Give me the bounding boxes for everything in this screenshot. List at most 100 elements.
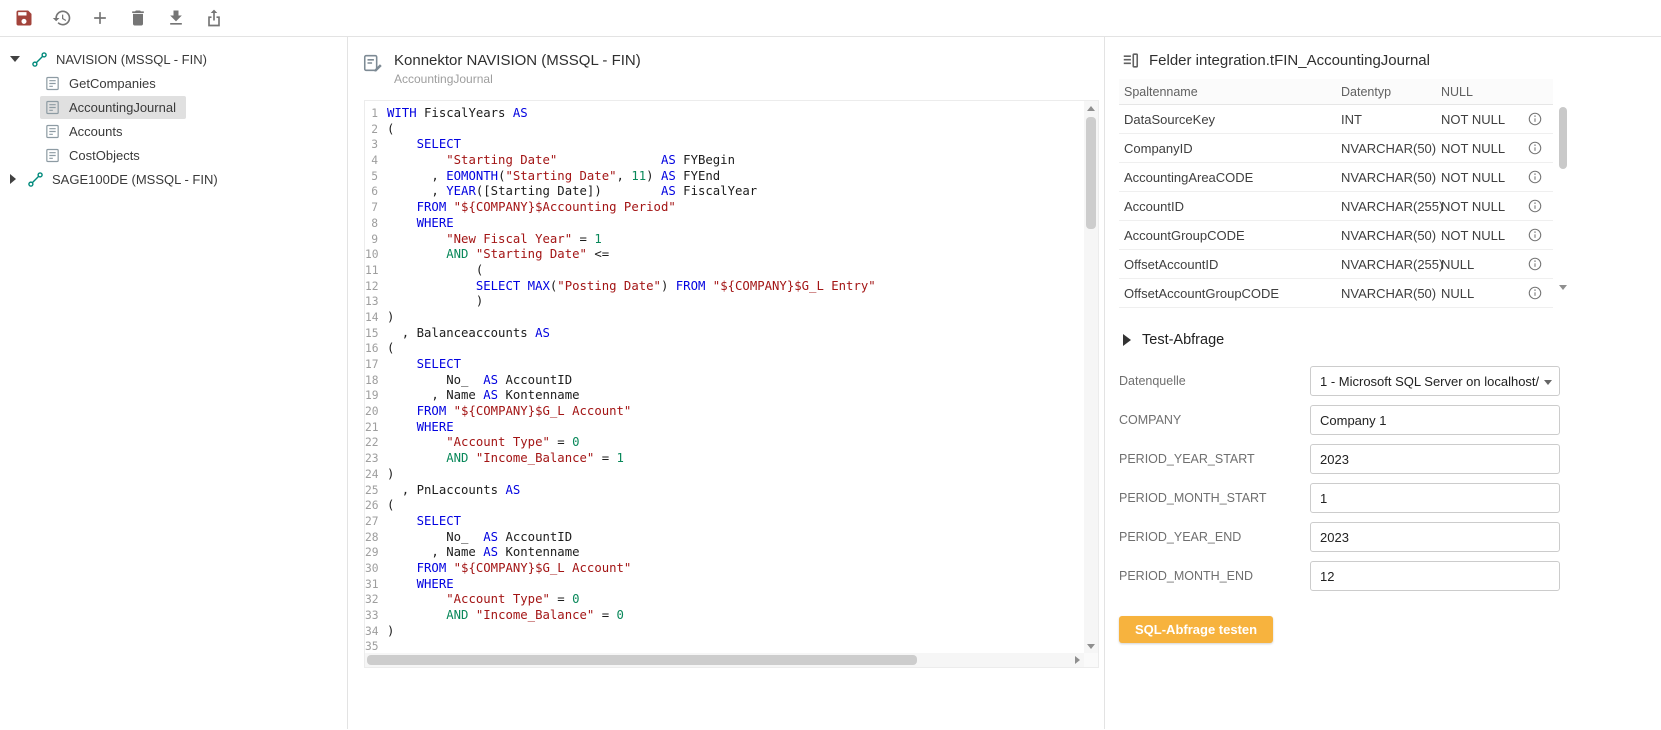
code-line[interactable]: 6 , YEAR([Starting Date]) AS FiscalYear <box>365 184 1084 200</box>
code-text: ) <box>387 467 394 483</box>
code-line[interactable]: 26( <box>365 498 1084 514</box>
info-icon[interactable] <box>1527 227 1543 243</box>
period-year-end-input[interactable] <box>1310 522 1560 552</box>
code-line[interactable]: 21 WHERE <box>365 420 1084 436</box>
code-token: SELECT <box>476 279 520 293</box>
vertical-scroll-thumb[interactable] <box>1086 117 1096 229</box>
code-line[interactable]: 32 "Account Type" = 0 <box>365 592 1084 608</box>
connector-icon <box>31 51 48 68</box>
tree-item[interactable]: Accounts <box>0 119 347 143</box>
table-scroll-down-icon[interactable] <box>1559 290 1567 308</box>
add-button[interactable] <box>81 2 119 34</box>
code-line[interactable]: 11 ( <box>365 263 1084 279</box>
tree-item[interactable]: CostObjects <box>0 143 347 167</box>
tree-node[interactable]: NAVISION (MSSQL - FIN) <box>0 47 347 71</box>
column-type-cell: NVARCHAR(255) <box>1341 199 1441 214</box>
code-line[interactable]: 30 FROM "${COMPANY}$G_L Account" <box>365 561 1084 577</box>
line-number: 4 <box>365 153 387 169</box>
info-icon[interactable] <box>1527 111 1543 127</box>
code-line[interactable]: 19 , Name AS Kontenname <box>365 388 1084 404</box>
code-line[interactable]: 12 SELECT MAX("Posting Date") FROM "${CO… <box>365 279 1084 295</box>
code-text: No_ AS AccountID <box>387 373 572 389</box>
connector-tree: NAVISION (MSSQL - FIN)GetCompaniesAccoun… <box>0 47 347 191</box>
scroll-right-icon[interactable] <box>1070 653 1084 667</box>
period-month-start-input[interactable] <box>1310 483 1560 513</box>
info-icon[interactable] <box>1527 140 1543 156</box>
code-line[interactable]: 4 "Starting Date" AS FYBegin <box>365 153 1084 169</box>
connector-edit-icon <box>362 52 384 74</box>
period-year-start-input[interactable] <box>1310 444 1560 474</box>
code-line[interactable]: 8 WHERE <box>365 216 1084 232</box>
code-line[interactable]: 33 AND "Income_Balance" = 0 <box>365 608 1084 624</box>
info-icon[interactable] <box>1527 285 1543 301</box>
caret-down-icon[interactable] <box>10 56 20 62</box>
editor-vertical-scrollbar[interactable] <box>1084 101 1098 653</box>
caret-right-icon[interactable] <box>10 174 16 184</box>
fields-panel-title: Felder integration.tFIN_AccountingJourna… <box>1149 52 1430 69</box>
column-name-cell: AccountingAreaCODE <box>1119 170 1341 185</box>
code-token: AS <box>483 545 498 559</box>
code-line[interactable]: 9 "New Fiscal Year" = 1 <box>365 232 1084 248</box>
code-line[interactable]: 13 ) <box>365 294 1084 310</box>
code-line[interactable]: 18 No_ AS AccountID <box>365 373 1084 389</box>
code-line[interactable]: 15 , Balanceaccounts AS <box>365 326 1084 342</box>
code-line[interactable]: 16( <box>365 341 1084 357</box>
code-line[interactable]: 7 FROM "${COMPANY}$Accounting Period" <box>365 200 1084 216</box>
table-scrollbar[interactable] <box>1558 105 1569 308</box>
triangle-right-icon <box>1075 656 1080 664</box>
query-icon <box>44 123 61 140</box>
upload-button[interactable] <box>195 2 233 34</box>
datenquelle-select[interactable]: 1 - Microsoft SQL Server on localhost/P.… <box>1310 366 1560 396</box>
code-line[interactable]: 24) <box>365 467 1084 483</box>
line-number: 29 <box>365 545 387 561</box>
code-line[interactable]: 29 , Name AS Kontenname <box>365 545 1084 561</box>
code-line[interactable]: 10 AND "Starting Date" <= <box>365 247 1084 263</box>
code-line[interactable]: 28 No_ AS AccountID <box>365 530 1084 546</box>
code-token: "New Fiscal Year" <box>446 232 572 246</box>
scroll-down-icon[interactable] <box>1084 639 1098 653</box>
code-line[interactable]: 27 SELECT <box>365 514 1084 530</box>
code-line[interactable]: 22 "Account Type" = 0 <box>365 435 1084 451</box>
sql-editor[interactable]: 1WITH FiscalYears AS2(3 SELECT4 "Startin… <box>364 100 1099 668</box>
code-token: <= <box>587 247 609 261</box>
code-area[interactable]: 1WITH FiscalYears AS2(3 SELECT4 "Startin… <box>365 101 1084 653</box>
history-button[interactable] <box>43 2 81 34</box>
column-info-cell <box>1517 285 1553 301</box>
info-icon[interactable] <box>1527 256 1543 272</box>
code-line[interactable]: 34) <box>365 624 1084 640</box>
code-line[interactable]: 5 , EOMONTH("Starting Date", 11) AS FYEn… <box>365 169 1084 185</box>
download-button[interactable] <box>157 2 195 34</box>
editor-horizontal-scrollbar[interactable] <box>365 653 1084 667</box>
code-line[interactable]: 14) <box>365 310 1084 326</box>
company-input[interactable] <box>1310 405 1560 435</box>
code-line[interactable]: 3 SELECT <box>365 137 1084 153</box>
code-token: AND <box>446 247 468 261</box>
code-token <box>705 279 712 293</box>
info-icon[interactable] <box>1527 198 1543 214</box>
code-line[interactable]: 17 SELECT <box>365 357 1084 373</box>
code-line[interactable]: 20 FROM "${COMPANY}$G_L Account" <box>365 404 1084 420</box>
delete-button[interactable] <box>119 2 157 34</box>
save-button[interactable] <box>5 2 43 34</box>
code-line[interactable]: 35 <box>365 639 1084 653</box>
tree-node[interactable]: SAGE100DE (MSSQL - FIN) <box>0 167 347 191</box>
horizontal-scroll-thumb[interactable] <box>367 655 917 665</box>
code-line[interactable]: 1WITH FiscalYears AS <box>365 106 1084 122</box>
code-line[interactable]: 2( <box>365 122 1084 138</box>
test-query-toggle[interactable]: Test-Abfrage <box>1123 332 1323 348</box>
column-info-cell <box>1517 198 1553 214</box>
code-token <box>387 357 417 371</box>
test-sql-button[interactable]: SQL-Abfrage testen <box>1119 616 1273 643</box>
info-icon[interactable] <box>1527 169 1543 185</box>
tree-item[interactable]: AccountingJournal <box>0 95 347 119</box>
table-scroll-thumb[interactable] <box>1559 107 1567 169</box>
period-month-end-input[interactable] <box>1310 561 1560 591</box>
code-line[interactable]: 31 WHERE <box>365 577 1084 593</box>
line-number: 25 <box>365 483 387 499</box>
code-line[interactable]: 25 , PnLaccounts AS <box>365 483 1084 499</box>
scroll-up-icon[interactable] <box>1084 101 1098 115</box>
code-line[interactable]: 23 AND "Income_Balance" = 1 <box>365 451 1084 467</box>
line-number: 13 <box>365 294 387 310</box>
tree-item[interactable]: GetCompanies <box>0 71 347 95</box>
line-number: 34 <box>365 624 387 640</box>
